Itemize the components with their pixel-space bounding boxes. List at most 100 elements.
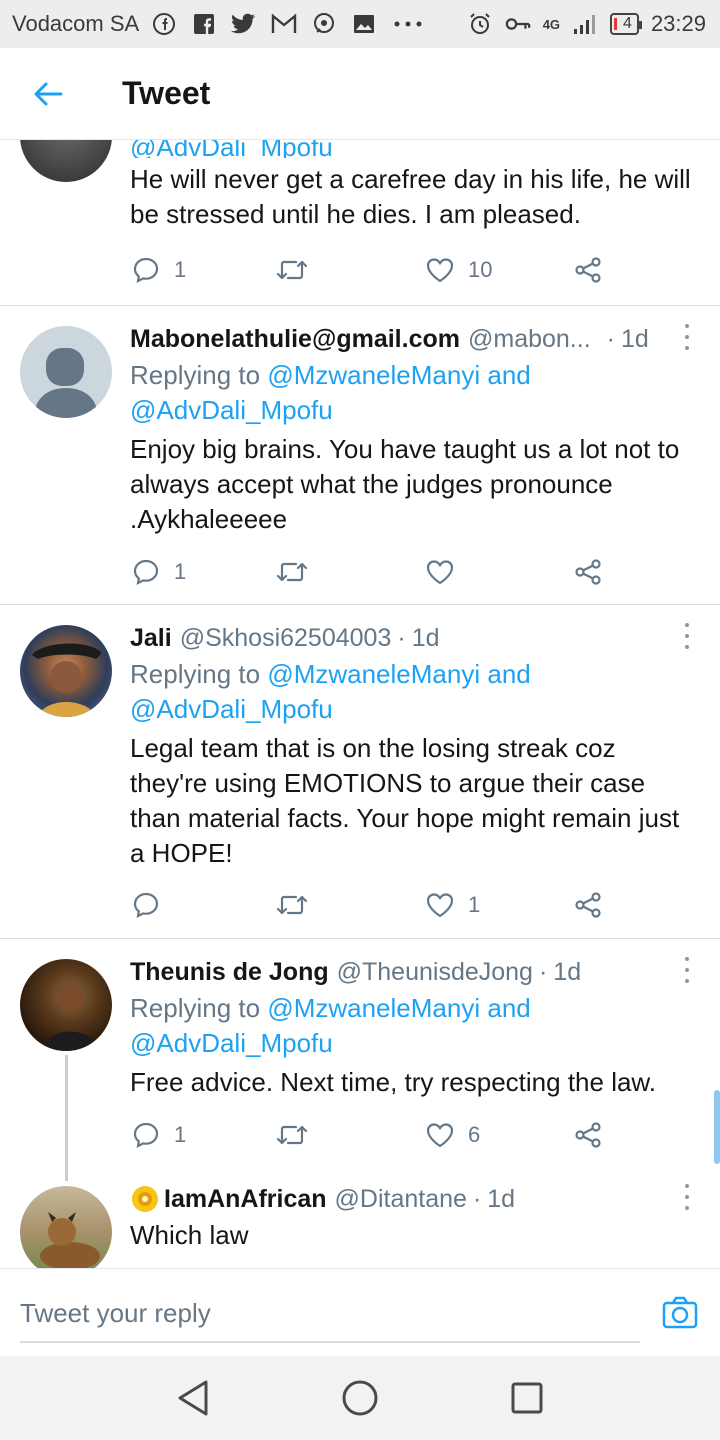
camera-button[interactable] [662,1295,698,1331]
nav-home-button[interactable] [330,1368,390,1428]
reply-icon [133,257,159,283]
tweet-author-line: IamAnAfrican @Ditantane · 1d [130,1182,700,1216]
replies-feed[interactable]: @AdvDali_Mpofu He will never get a caref… [0,140,720,1268]
facebook-square-icon [191,11,217,37]
twitter-icon [231,11,257,37]
avatar[interactable] [20,625,112,717]
author-handle[interactable]: @Skhosi62504003 [180,621,392,655]
mention-link[interactable]: @MzwaneleManyi [267,993,480,1023]
share-icon [575,559,601,585]
tweet-author-line: Jali @Skhosi62504003 · 1d [130,621,700,655]
heart-icon [426,258,454,283]
tweet-time: 1d [411,624,440,652]
tweet-author-line: Mabonelathulie@gmail.com @mabon... · 1d [130,322,700,356]
share-icon [575,1122,601,1148]
retweet-icon [276,562,308,582]
like-count: 1 [468,892,481,917]
network-type: 4G [542,16,561,32]
author-handle[interactable]: @Ditantane [335,1182,467,1216]
share-button[interactable] [574,558,602,586]
notification-icons [151,11,425,37]
reply-button[interactable]: 1 [132,558,186,586]
mention-link[interactable]: @MzwaneleManyi [267,360,480,390]
reply-count: 1 [174,257,187,282]
avatar[interactable] [20,140,112,182]
share-button[interactable] [574,891,602,919]
more-options-button[interactable] [682,957,692,983]
retweet-icon [276,895,308,915]
reply-button[interactable]: 1 [132,256,186,284]
author-name[interactable]: Jali [130,621,172,655]
more-options-button[interactable] [682,324,692,350]
page-title: Tweet [122,75,211,111]
replying-to: Replying to @MzwaneleManyi and @AdvDali_… [130,993,531,1058]
author-name[interactable]: Mabonelathulie@gmail.com [130,322,460,356]
tweet-item[interactable]: @AdvDali_Mpofu He will never get a caref… [0,140,720,306]
triangle-back-icon [178,1380,208,1416]
tweet-actions: 1 10 [130,250,610,290]
nav-recents-button[interactable] [497,1368,557,1428]
default-avatar-icon [34,348,98,418]
battery-indicator: 4 [610,13,642,35]
tweet-text: He will never get a carefree day in his … [130,164,691,229]
heart-icon [426,893,454,918]
more-options-button[interactable] [682,1184,692,1210]
reply-input[interactable] [20,1285,640,1343]
like-count: 10 [468,257,493,282]
thread-connector [65,1055,68,1181]
mention-link[interactable]: @AdvDali_Mpofu [130,140,333,158]
retweet-button[interactable] [276,893,308,917]
retweet-icon [276,260,308,280]
avatar[interactable] [20,326,112,418]
like-button[interactable]: 10 [426,257,492,283]
share-button[interactable] [574,256,602,284]
reply-button[interactable]: 1 [132,1121,186,1149]
reply-button[interactable] [132,891,160,919]
retweet-button[interactable] [276,560,308,584]
reply-icon [133,892,159,918]
retweet-button[interactable] [276,258,308,282]
more-options-button[interactable] [682,623,692,649]
mention-link[interactable]: @AdvDali_Mpofu [130,694,333,724]
retweet-button[interactable] [276,1123,308,1147]
share-icon [575,257,601,283]
square-recents-icon [511,1382,543,1414]
key-icon [505,11,531,37]
share-icon [575,892,601,918]
tweet-item[interactable]: Theunis de Jong @TheunisdeJong · 1d Repl… [0,939,720,1181]
avatar[interactable] [20,1186,112,1268]
status-time: 23:29 [650,11,706,36]
heart-icon [426,1123,454,1148]
like-button[interactable]: 1 [426,892,480,918]
heart-icon [426,560,454,585]
android-nav-bar [0,1356,720,1440]
author-name[interactable]: Theunis de Jong [130,955,329,989]
tweet-header: Tweet [0,48,720,140]
tweet-item[interactable]: IamAnAfrican @Ditantane · 1d Which law [0,1182,720,1268]
tweet-text: Enjoy big brains. You have taught us a l… [130,434,680,534]
author-handle[interactable]: @TheunisdeJong [337,955,533,989]
back-button[interactable] [0,48,96,140]
reply-count: 1 [174,559,187,584]
tweet-item[interactable]: Mabonelathulie@gmail.com @mabon... · 1d … [0,306,720,605]
author-name[interactable]: IamAnAfrican [164,1182,327,1216]
replying-to: Replying to @MzwaneleManyi and @AdvDali_… [130,360,531,425]
mention-link[interactable]: @AdvDali_Mpofu [130,395,333,425]
reply-icon [133,559,159,585]
mention-link[interactable]: @MzwaneleManyi [267,659,480,689]
chat-icon [311,11,337,37]
like-button[interactable]: 6 [426,1122,480,1148]
facebook-icon [151,11,177,37]
avatar[interactable] [20,959,112,1051]
back-arrow-icon [34,82,63,105]
like-button[interactable] [426,559,454,585]
battery-level: 4 [623,15,632,32]
author-handle[interactable]: @mabon... [468,322,591,356]
mention-link[interactable]: @AdvDali_Mpofu [130,1028,333,1058]
nav-back-button[interactable] [163,1368,223,1428]
tweet-item[interactable]: Jali @Skhosi62504003 · 1d Replying to @M… [0,605,720,939]
signal-icon [572,11,598,37]
share-button[interactable] [574,1121,602,1149]
status-bar: Vodacom SA 4G 4 23:29 [0,0,720,48]
scrollbar[interactable] [714,1090,720,1164]
